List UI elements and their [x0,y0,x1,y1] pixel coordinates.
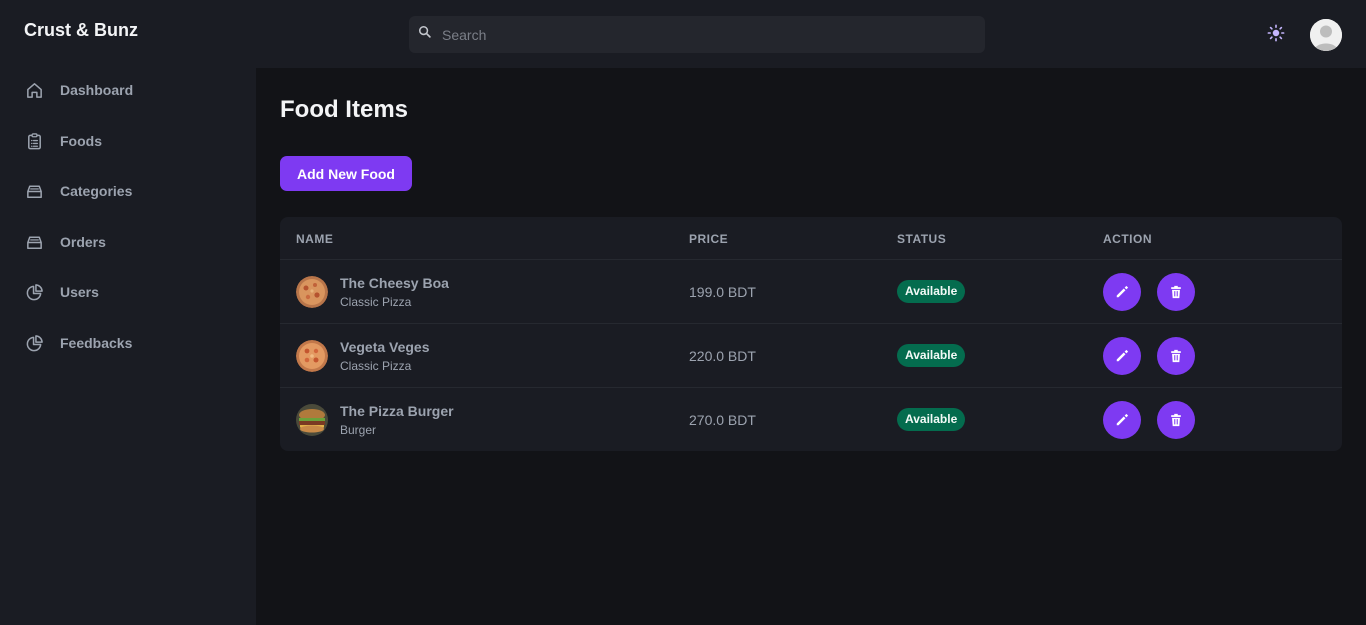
food-price: 220.0 BDT [689,348,756,364]
home-icon [24,80,44,100]
status-badge: Available [897,344,966,367]
pie-chart-icon [24,333,44,353]
delete-button[interactable] [1157,401,1195,439]
status-badge: Available [897,280,966,303]
pencil-icon [1116,285,1129,298]
clipboard-list-icon [24,131,44,151]
table-header: NAME PRICE STATUS ACTION [280,217,1342,260]
pizza-thumbnail-icon [296,276,328,308]
column-header-status: STATUS [897,232,947,246]
trash-icon [1171,413,1181,427]
user-silhouette-icon [1310,19,1342,51]
delete-button[interactable] [1157,273,1195,311]
food-category: Classic Pizza [340,295,412,309]
sidebar-item-label: Foods [60,133,102,149]
theme-toggle-button[interactable] [1266,24,1286,47]
sidebar-item-label: Feedbacks [60,335,133,351]
column-header-name: NAME [296,232,334,246]
search-input[interactable] [442,26,962,43]
food-name: The Cheesy Boa [340,275,449,291]
burger-thumbnail-icon [296,404,328,436]
sidebar-item-foods[interactable]: Foods [24,129,102,153]
sidebar-item-label: Users [60,284,99,300]
sidebar-item-users[interactable]: Users [24,280,99,304]
edit-button[interactable] [1103,337,1141,375]
sidebar-item-label: Dashboard [60,82,134,98]
sidebar: Dashboard Foods Categories Orders Users [0,68,256,625]
food-name: Vegeta Veges [340,339,430,355]
food-price: 270.0 BDT [689,412,756,428]
sidebar-item-label: Categories [60,183,133,199]
edit-button[interactable] [1103,273,1141,311]
sidebar-item-dashboard[interactable]: Dashboard [24,78,133,102]
brand-logo[interactable]: Crust & Bunz [24,20,138,41]
food-category: Classic Pizza [340,359,412,373]
pencil-icon [1116,349,1129,362]
app-root: Crust & Bunz Search Dashboard Foods Cate… [0,0,1366,625]
food-price: 199.0 BDT [689,284,756,300]
search-icon [418,25,432,44]
tray-icon [24,232,44,252]
add-new-food-button[interactable]: Add New Food [280,156,412,191]
page-title: Food Items [280,96,409,123]
delete-button[interactable] [1157,337,1195,375]
user-avatar[interactable] [1310,19,1342,51]
table-row: The Pizza Burger Burger 270.0 BDT Availa… [280,388,1342,451]
search-box[interactable] [409,16,985,53]
pie-chart-icon [24,282,44,302]
food-thumbnail [296,340,328,372]
top-bar: Crust & Bunz [0,0,1366,68]
column-header-price: PRICE [689,232,729,246]
food-thumbnail [296,276,328,308]
sidebar-item-orders[interactable]: Orders [24,230,106,254]
sidebar-item-categories[interactable]: Categories [24,179,132,203]
table-row: Vegeta Veges Classic Pizza 220.0 BDT Ava… [280,324,1342,388]
sun-icon [1267,24,1285,47]
column-header-action: ACTION [1103,232,1152,246]
trash-icon [1171,285,1181,299]
pizza-thumbnail-icon [296,340,328,372]
tray-icon [24,181,44,201]
table-row: The Cheesy Boa Classic Pizza 199.0 BDT A… [280,260,1342,324]
status-badge: Available [897,408,966,431]
edit-button[interactable] [1103,401,1141,439]
food-thumbnail [296,404,328,436]
pencil-icon [1116,413,1129,426]
food-category: Burger [340,423,377,437]
food-name: The Pizza Burger [340,403,454,419]
food-table: NAME PRICE STATUS ACTION The Cheesy Boa … [280,217,1342,451]
trash-icon [1171,349,1181,363]
sidebar-item-label: Orders [60,234,106,250]
sidebar-item-feedbacks[interactable]: Feedbacks [24,331,132,355]
